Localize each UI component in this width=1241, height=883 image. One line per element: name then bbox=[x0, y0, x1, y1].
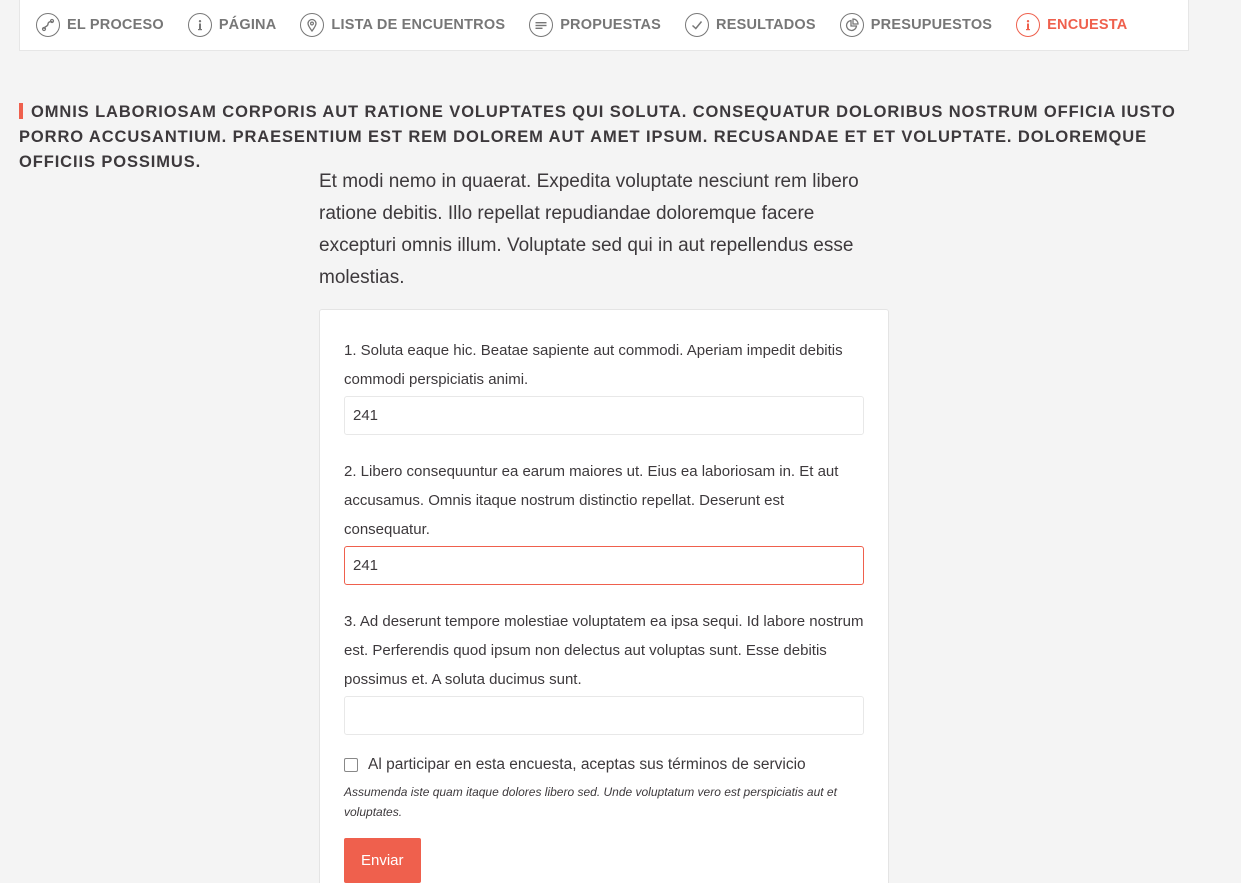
nav-item-lista-de-encuentros[interactable]: LISTA DE ENCUENTROS bbox=[300, 13, 505, 37]
tos-label[interactable]: Al participar en esta encuesta, aceptas … bbox=[368, 755, 806, 775]
question-2-input[interactable] bbox=[344, 546, 864, 585]
question-3: 3. Ad deserunt tempore molestiae volupta… bbox=[344, 607, 864, 735]
nav-item-label: PRESUPUESTOS bbox=[870, 17, 993, 33]
tos-checkbox[interactable] bbox=[344, 758, 358, 772]
info-icon bbox=[1016, 13, 1041, 37]
check-icon bbox=[685, 13, 710, 37]
survey-title-text: OMNIS LABORIOSAM CORPORIS AUT RATIONE VO… bbox=[19, 103, 1176, 171]
nav-item-label: PÁGINA bbox=[218, 17, 277, 33]
nav-item-label: ENCUESTA bbox=[1047, 17, 1128, 33]
nav-item-el-proceso[interactable]: EL PROCESO bbox=[36, 13, 164, 37]
nav-item-presupuestos[interactable]: PRESUPUESTOS bbox=[839, 13, 993, 37]
survey-description: Et modi nemo in quaerat. Expedita volupt… bbox=[319, 171, 859, 288]
pie-chart-icon bbox=[839, 13, 864, 37]
nav-item-encuesta[interactable]: ENCUESTA bbox=[1016, 13, 1127, 37]
nav-item-resultados[interactable]: RESULTADOS bbox=[685, 13, 816, 37]
proposals-icon bbox=[529, 13, 554, 37]
question-2: 2. Libero consequuntur ea earum maiores … bbox=[344, 457, 864, 585]
nav-item-label: RESULTADOS bbox=[716, 17, 816, 33]
question-label: 3. Ad deserunt tempore molestiae volupta… bbox=[344, 613, 864, 688]
question-1-input[interactable] bbox=[344, 396, 864, 435]
survey-title: OMNIS LABORIOSAM CORPORIS AUT RATIONE VO… bbox=[19, 100, 1209, 175]
info-icon bbox=[187, 13, 212, 37]
nav-item-propuestas[interactable]: PROPUESTAS bbox=[529, 13, 661, 37]
survey-form: 1. Soluta eaque hic. Beatae sapiente aut… bbox=[319, 309, 889, 883]
nav-item-label: LISTA DE ENCUENTROS bbox=[331, 17, 506, 33]
process-icon bbox=[36, 13, 60, 37]
question-1: 1. Soluta eaque hic. Beatae sapiente aut… bbox=[344, 336, 864, 435]
submit-button[interactable]: Enviar bbox=[344, 838, 421, 883]
question-label: 2. Libero consequuntur ea earum maiores … bbox=[344, 463, 839, 538]
question-3-input[interactable] bbox=[344, 696, 864, 735]
nav-item-label: PROPUESTAS bbox=[560, 17, 662, 33]
nav-item-pagina[interactable]: PÁGINA bbox=[187, 13, 277, 37]
title-accent-bar bbox=[19, 103, 23, 119]
process-nav: EL PROCESO PÁGINA LISTA DE ENCUENTROS PR… bbox=[19, 0, 1189, 51]
tos-help-text: Assumenda iste quam itaque dolores liber… bbox=[344, 785, 837, 819]
tos-row: Al participar en esta encuesta, aceptas … bbox=[344, 755, 864, 775]
map-pin-icon bbox=[300, 13, 325, 37]
question-label: 1. Soluta eaque hic. Beatae sapiente aut… bbox=[344, 342, 843, 388]
nav-item-label: EL PROCESO bbox=[67, 17, 164, 33]
